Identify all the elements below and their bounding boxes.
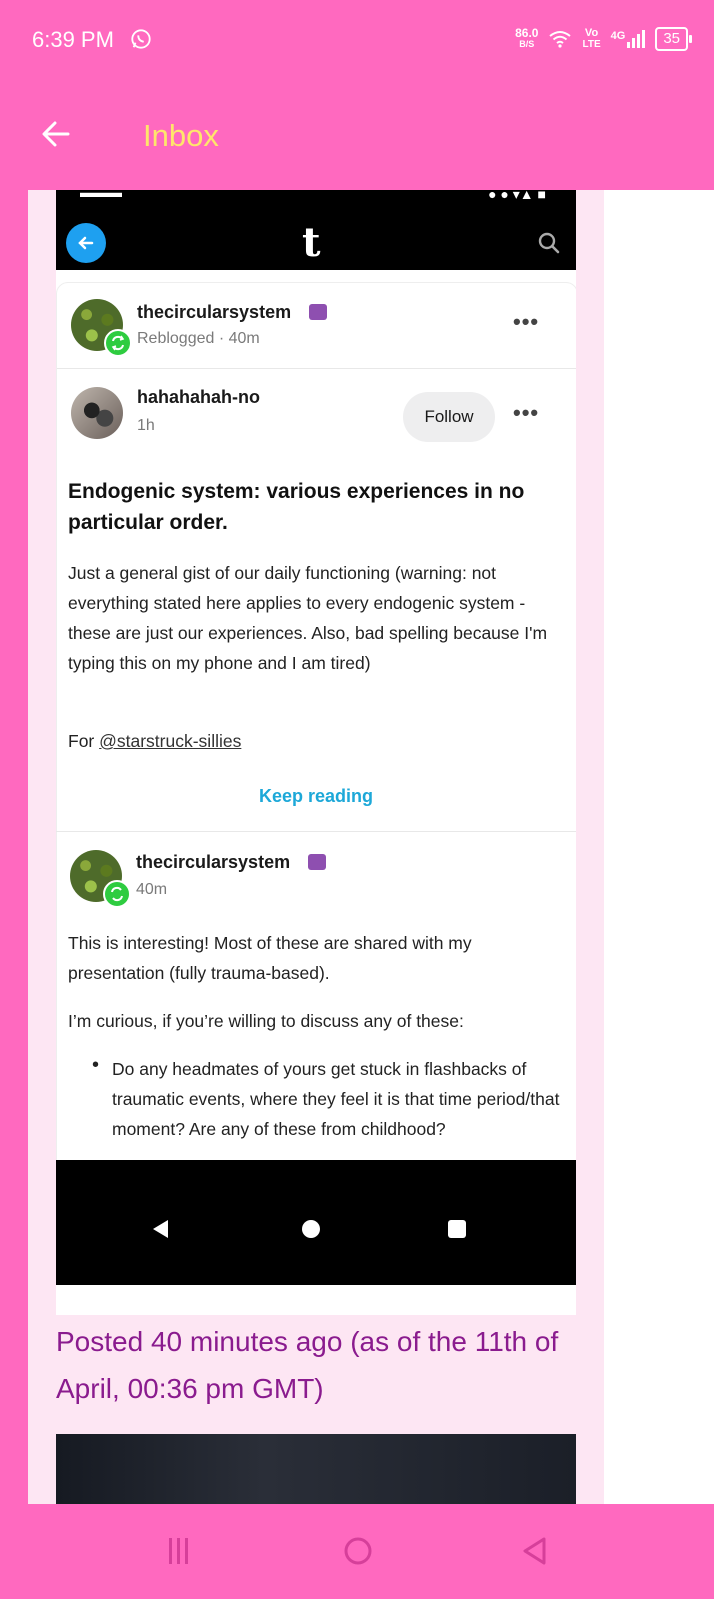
mention-link[interactable]: @starstruck-sillies [99, 731, 241, 751]
post-caption: Posted 40 minutes ago (as of the 11th of… [56, 1326, 559, 1404]
post-title: Endogenic system: various experiences in… [68, 480, 525, 534]
reblog-meta: Reblogged · 40m [137, 330, 260, 347]
whatsapp-icon [131, 29, 151, 49]
comment-paragraph: I’m curious, if you’re willing to discus… [68, 1011, 464, 1031]
keep-reading-link[interactable]: Keep reading [56, 786, 576, 807]
bullet-dot: • [92, 1054, 100, 1076]
content-margin [604, 190, 714, 1504]
signal-icon: 4G [611, 30, 646, 48]
reblog-icon [103, 880, 131, 908]
status-bar: 6:39 PM 86.0 B/S Vo LTE 4G 35 [0, 0, 714, 82]
tumblr-back-button[interactable] [66, 223, 106, 263]
recents-icon[interactable] [166, 1534, 192, 1568]
next-screenshot-preview[interactable] [56, 1434, 576, 1504]
divider [56, 831, 576, 832]
post-for-line: For @starstruck-sillies [68, 731, 242, 751]
post-time: 1h [137, 417, 155, 434]
original-username[interactable]: hahahahah-no [137, 387, 260, 408]
arrow-left-icon[interactable] [38, 116, 74, 152]
tumblr-header: ▬▬▬ ● ● ▾▲ ■ t [56, 190, 576, 270]
more-options-icon[interactable]: ••• [513, 400, 539, 426]
embedded-status-bar: ▬▬▬ ● ● ▾▲ ■ [80, 190, 546, 202]
divider [57, 368, 576, 369]
battery-icon: 35 [655, 27, 692, 51]
tumblr-logo: t [302, 219, 321, 266]
home-circle-icon[interactable] [342, 1535, 374, 1567]
avatar[interactable] [71, 387, 123, 439]
comment-time: 40m [136, 881, 168, 898]
page-title: Inbox [143, 118, 219, 153]
arrow-left-icon [78, 236, 94, 250]
volte-badge: Vo LTE [582, 27, 601, 51]
back-triangle-icon [153, 1220, 168, 1238]
status-time: 6:39 PM [32, 27, 114, 52]
status-icons: 86.0 B/S Vo LTE 4G 35 [515, 24, 692, 54]
wifi-icon [549, 31, 572, 48]
app-bar [0, 82, 714, 190]
home-circle-icon [302, 1220, 320, 1238]
back-triangle-icon[interactable] [520, 1535, 550, 1567]
follow-button[interactable]: Follow [403, 392, 495, 442]
more-options-icon[interactable]: ••• [513, 309, 539, 335]
embedded-screenshot[interactable]: ▬▬▬ ● ● ▾▲ ■ t thecircularsystem Reblogg [56, 190, 576, 1315]
reblog-icon [104, 329, 132, 357]
search-icon[interactable] [536, 230, 562, 256]
net-speed: 86.0 B/S [515, 26, 539, 49]
typewriter-icon [309, 304, 327, 320]
embedded-nav-bar [56, 1160, 576, 1285]
typewriter-icon [308, 854, 326, 870]
comment-username[interactable]: thecircularsystem [136, 852, 290, 873]
recents-square-icon [448, 1220, 466, 1238]
tumblr-nav-bar: t [56, 216, 576, 270]
comment-bullet: Do any headmates of yours get stuck in f… [112, 1059, 560, 1139]
post-body: Just a general gist of our daily functio… [68, 563, 548, 673]
system-nav-bar [0, 1504, 714, 1599]
comment-paragraph: This is interesting! Most of these are s… [68, 933, 472, 983]
reblogger-username[interactable]: thecircularsystem [137, 302, 291, 323]
